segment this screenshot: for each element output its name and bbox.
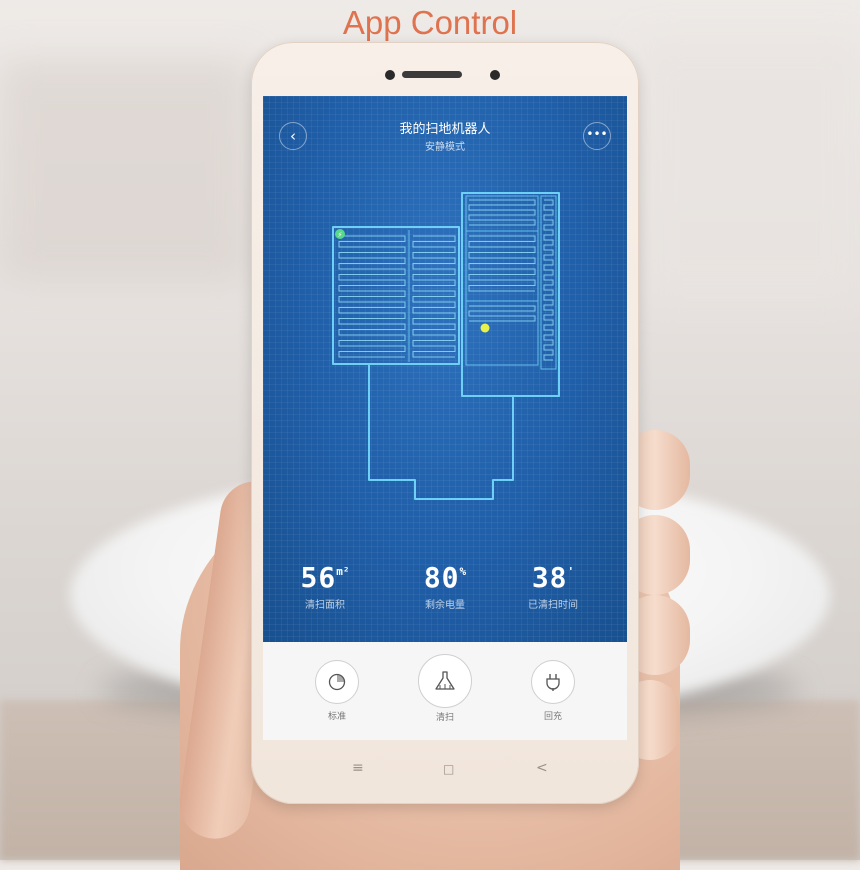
- stat-label: 清扫面积: [305, 600, 345, 611]
- mode-standard-button[interactable]: 标准: [311, 660, 363, 722]
- background-shelf: [0, 60, 250, 280]
- proximity-sensor: [385, 70, 395, 80]
- stat-label: 已清扫时间: [528, 600, 578, 611]
- stat-value: 38: [531, 561, 568, 594]
- control-bar: 标准 清扫 回充: [263, 642, 627, 740]
- timer-icon: [315, 660, 359, 704]
- stat-cleaned-area: 56m² 清扫面积: [265, 561, 385, 611]
- control-label: 标准: [327, 712, 346, 722]
- smartphone: ‹ 我的扫地机器人 安静模式 ••• ⚡ 56m² 清扫面积 80% 剩余电量 …: [251, 42, 639, 804]
- dock-bolt-icon: ⚡: [338, 231, 343, 239]
- robot-position-marker: [480, 323, 490, 333]
- clean-button[interactable]: 清扫: [416, 654, 474, 723]
- earpiece-speaker: [402, 71, 462, 78]
- map-room-dividers: [408, 195, 557, 370]
- stat-value: 80: [423, 561, 460, 594]
- stat-unit: m²: [336, 565, 350, 578]
- cleaning-path: [338, 199, 554, 361]
- stat-battery: 80% 剩余电量: [385, 561, 505, 611]
- control-label: 清扫: [435, 713, 454, 723]
- app-screen: ‹ 我的扫地机器人 安静模式 ••• ⚡ 56m² 清扫面积 80% 剩余电量 …: [263, 96, 627, 740]
- back-key[interactable]: <: [536, 760, 548, 776]
- background-wall: [640, 40, 860, 300]
- page-caption: App Control: [342, 4, 518, 41]
- stat-unit: %: [459, 565, 467, 578]
- recharge-button[interactable]: 回充: [527, 660, 579, 722]
- menu-key[interactable]: ≡: [352, 760, 364, 776]
- stat-label: 剩余电量: [425, 600, 465, 611]
- stat-clean-time: 38' 已清扫时间: [493, 561, 613, 611]
- stat-value: 56: [300, 561, 337, 594]
- control-label: 回充: [543, 712, 562, 722]
- home-key[interactable]: □: [443, 762, 454, 776]
- broom-icon: [418, 654, 472, 708]
- front-camera: [490, 70, 500, 80]
- plug-icon: [531, 660, 575, 704]
- stat-unit: ': [567, 565, 575, 578]
